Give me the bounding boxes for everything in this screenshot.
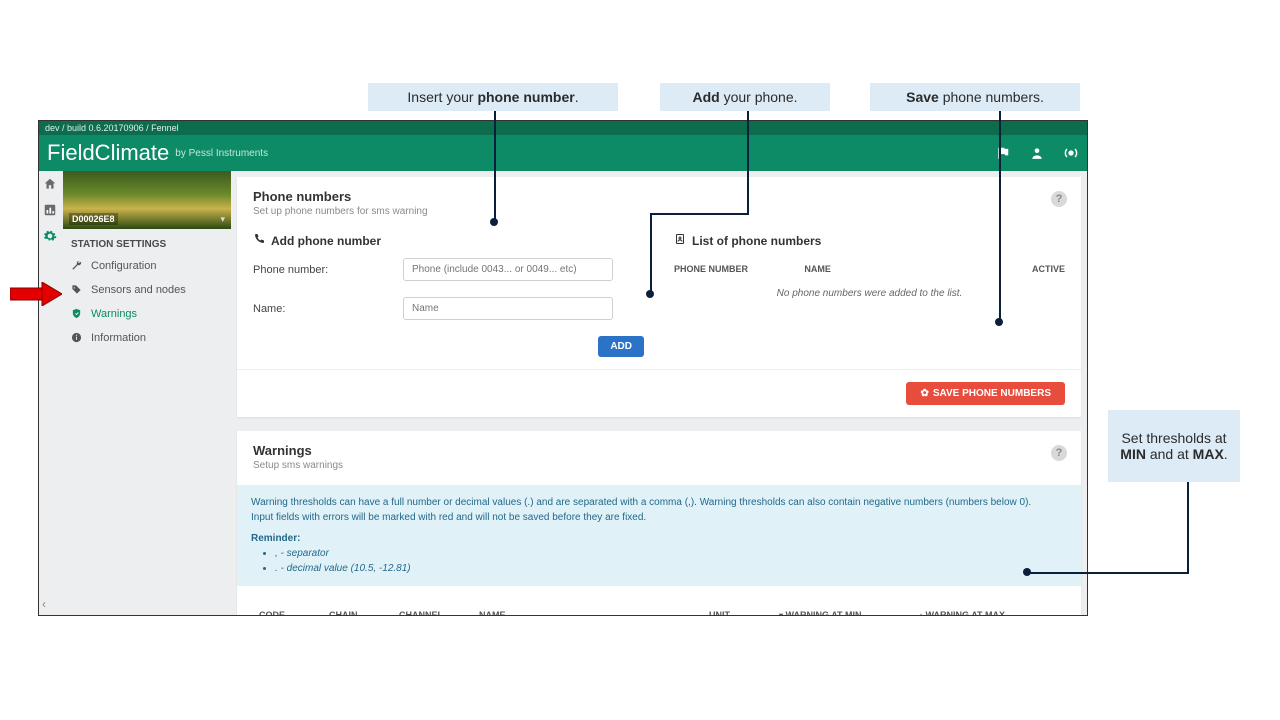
wrench-icon (71, 260, 83, 272)
nav-item-configuration[interactable]: Configuration (63, 254, 231, 278)
sort-desc-icon: ▾ (779, 611, 783, 616)
phone-icon (253, 233, 265, 248)
nav-item-warnings[interactable]: Warnings (63, 302, 231, 326)
nav-item-information[interactable]: Information (63, 326, 231, 350)
annotation-save: Save phone numbers. (870, 83, 1080, 111)
app-frame: dev / build 0.6.20170906 / Fennel FieldC… (38, 120, 1088, 616)
contact-icon (674, 233, 686, 248)
brand-subtitle: by Pessl Instruments (175, 148, 268, 159)
help-icon[interactable]: ? (1051, 445, 1067, 461)
phone-subtitle: Set up phone numbers for sms warning (253, 206, 1065, 217)
info-icon (71, 332, 83, 344)
settings-nav: Configuration Sensors and nodes Warnings… (63, 254, 231, 350)
th-unit[interactable]: UNIT (709, 610, 779, 616)
phone-title: Phone numbers (253, 189, 1065, 204)
tag-icon (71, 284, 83, 296)
warnings-card: ? Warnings Setup sms warnings Warning th… (237, 431, 1081, 616)
warnings-subtitle: Setup sms warnings (253, 460, 1065, 471)
icon-rail (39, 171, 63, 616)
th-code[interactable]: CODE (259, 610, 329, 616)
warnings-table: CODE CHAIN CHANNEL NAME UNIT ▾ WARNING A… (253, 600, 1065, 616)
phone-number-label: Phone number: (253, 264, 403, 276)
add-button[interactable]: ADD (598, 336, 644, 357)
home-icon[interactable] (43, 177, 59, 193)
save-phone-numbers-button[interactable]: ✿ SAVE PHONE NUMBERS (906, 382, 1065, 405)
nav-item-sensors[interactable]: Sensors and nodes (63, 278, 231, 302)
th-phone: PHONE NUMBER (674, 264, 804, 274)
user-icon[interactable] (1029, 145, 1045, 161)
shield-icon (71, 308, 83, 320)
th-name[interactable]: NAME (479, 610, 709, 616)
th-channel[interactable]: CHANNEL (399, 610, 479, 616)
phone-list-section: List of phone numbers PHONE NUMBER NAME … (674, 233, 1065, 357)
th-name: NAME (804, 264, 934, 274)
station-dropdown-icon[interactable]: ▾ (220, 214, 225, 225)
empty-list-message: No phone numbers were added to the list. (674, 280, 1065, 307)
station-image[interactable]: D00026E8 ▾ (63, 171, 231, 229)
station-id: D00026E8 (69, 213, 118, 225)
phone-name-input[interactable] (403, 297, 613, 320)
th-warning-min[interactable]: ▾ WARNING AT MIN (779, 610, 919, 616)
phone-name-label: Name: (253, 303, 403, 315)
main-content: ? Phone numbers Set up phone numbers for… (231, 171, 1087, 616)
annotation-thresholds: Set thresholds at MIN and at MAX. (1108, 410, 1240, 482)
warnings-infobox: Warning thresholds can have a full numbe… (237, 485, 1081, 586)
annotation-add: Add your phone. (660, 83, 830, 111)
th-warning-max[interactable]: ▴ WARNING AT MAX (919, 610, 1059, 616)
save-icon: ✿ (920, 388, 928, 399)
callout-arrow-icon (10, 282, 62, 306)
collapse-sidebar-icon[interactable]: ‹ (42, 597, 46, 611)
chart-icon[interactable] (43, 203, 59, 219)
add-phone-section: Add phone number Phone number: Name: ADD (253, 233, 644, 357)
build-bar: dev / build 0.6.20170906 / Fennel (39, 121, 1087, 135)
settings-title: STATION SETTINGS (63, 229, 231, 254)
gear-icon[interactable] (43, 229, 59, 245)
brand-logo: FieldClimate (47, 140, 169, 166)
warnings-title: Warnings (253, 443, 1065, 458)
th-chain[interactable]: CHAIN (329, 610, 399, 616)
help-icon[interactable]: ? (1051, 191, 1067, 207)
broadcast-icon[interactable] (1063, 145, 1079, 161)
annotation-insert: Insert your phone number. (368, 83, 618, 111)
flag-icon[interactable] (995, 145, 1011, 161)
side-panel: D00026E8 ▾ STATION SETTINGS Configuratio… (63, 171, 231, 616)
sort-asc-icon: ▴ (919, 611, 923, 616)
topbar: FieldClimate by Pessl Instruments (39, 135, 1087, 171)
phone-number-input[interactable] (403, 258, 613, 281)
